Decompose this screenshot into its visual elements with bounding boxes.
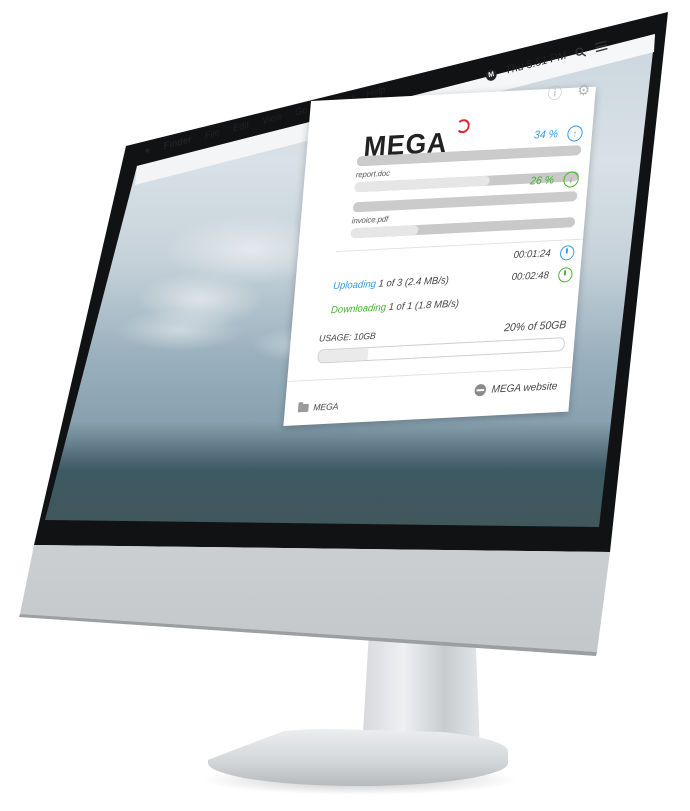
usage-label: USAGE: 10GB — [318, 330, 377, 344]
download-percent: 26 % — [529, 174, 555, 188]
download-time: 00:02:48 — [511, 270, 550, 284]
folder-label: MEGA — [312, 401, 339, 413]
upload-time-group: 00:01:24 — [513, 244, 575, 263]
gear-icon[interactable]: ⚙ — [576, 81, 591, 103]
download-status-row: Downloading 1 of 1 (1.8 MB/s) — [331, 293, 571, 316]
upload-percent: 34 % — [533, 128, 559, 142]
download-arrow-icon[interactable]: ↓ — [562, 171, 580, 188]
usage-bar-fill — [318, 348, 369, 363]
upload-status-label: Uploading — [332, 278, 377, 293]
clock-icon — [557, 266, 574, 283]
folder-icon — [297, 403, 309, 413]
open-mega-folder-button[interactable]: MEGA — [297, 401, 339, 413]
panel-top-icons: ⓘ ⚙ — [547, 81, 591, 104]
download-transfer: 26 % ↓ invoice.pdf — [350, 171, 580, 239]
imac-render: ● Finder File Edit View Go Window Help M… — [0, 0, 690, 811]
clock-icon — [559, 244, 575, 261]
upload-status-detail: 1 of 3 (2.4 MB/s) — [375, 275, 450, 290]
upload-arrow-icon[interactable]: ↑ — [566, 125, 584, 142]
mega-sync-panel: ⓘ ⚙ MEGA 34 % ↑ report.doc 26 % ↓ invoic… — [283, 82, 596, 427]
mega-tray-icon[interactable]: M — [485, 67, 498, 82]
mega-website-link[interactable]: MEGA website — [474, 380, 558, 397]
storage-usage: USAGE: 10GB 20% of 50GB — [317, 319, 567, 364]
info-icon[interactable]: ⓘ — [547, 82, 563, 104]
upload-time: 00:01:24 — [513, 248, 552, 262]
usage-quota: 20% of 50GB — [503, 319, 567, 335]
download-status-text: Downloading 1 of 1 (1.8 MB/s) — [331, 299, 460, 316]
apple-logo-icon[interactable]: ● — [144, 145, 151, 157]
monitor: ● Finder File Edit View Go Window Help M… — [0, 0, 690, 811]
upload-status-row: Uploading 1 of 3 (2.4 MB/s) 00:02:48 — [332, 266, 574, 294]
upload-status-text: Uploading 1 of 3 (2.4 MB/s) — [333, 275, 450, 292]
download-status-label: Downloading — [330, 302, 387, 317]
download-status-detail: 1 of 1 (1.8 MB/s) — [385, 298, 460, 314]
website-label: MEGA website — [491, 380, 558, 396]
globe-icon — [474, 383, 487, 397]
mega-panel-wrapper: ⓘ ⚙ MEGA 34 % ↑ report.doc 26 % ↓ invoic… — [283, 82, 596, 427]
download-file-fill — [350, 225, 419, 239]
download-time-group: 00:02:48 — [511, 266, 574, 285]
